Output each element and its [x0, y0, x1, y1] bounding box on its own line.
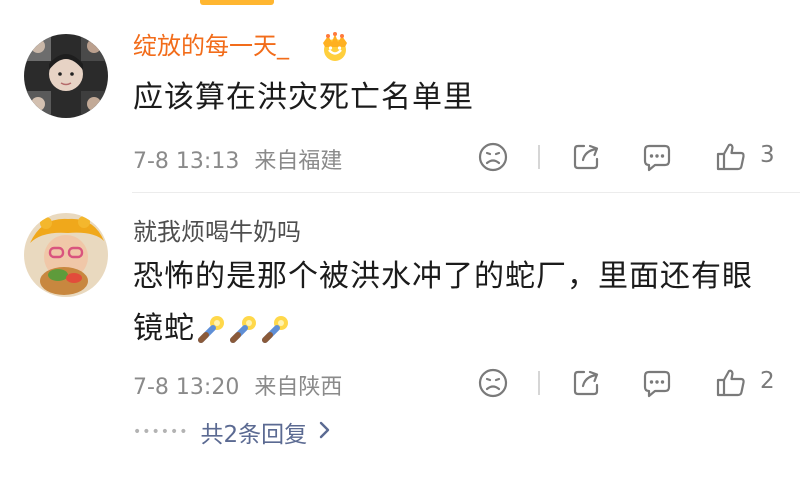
- username[interactable]: 就我烦喝牛奶吗: [133, 217, 301, 247]
- dislike-icon[interactable]: [476, 366, 510, 400]
- emoji-group: [197, 314, 291, 344]
- comment-text: 应该算在洪灾死亡名单里: [133, 80, 474, 115]
- comment-actions: 3: [474, 140, 784, 174]
- comment-meta: 7-8 13:20 来自陕西: [133, 369, 342, 401]
- snake-emoji-icon: [198, 316, 224, 343]
- comment-time: 7-8 13:13: [133, 149, 240, 174]
- action-divider: [538, 371, 540, 395]
- snake-emoji-icon: [262, 316, 288, 343]
- replies-label: 共2条回复: [200, 422, 308, 448]
- dislike-icon[interactable]: [476, 140, 510, 174]
- like-icon[interactable]: [714, 366, 748, 400]
- comment-item: 绽放的每一天_ 应该算在洪灾死亡名单里 7-8 13:13 来自福建 3: [0, 0, 800, 192]
- replies-dots: ••••••: [133, 424, 189, 440]
- comment-time: 7-8 13:20: [133, 375, 240, 400]
- comment-location: 来自陕西: [254, 375, 343, 400]
- comment-text: 恐怖的是那个被洪水冲了的蛇厂，里面还有眼镜蛇: [133, 251, 783, 355]
- share-icon[interactable]: [569, 140, 603, 174]
- comment-item: 就我烦喝牛奶吗 恐怖的是那个被洪水冲了的蛇厂，里面还有眼镜蛇 7-8 13:20…: [0, 193, 800, 481]
- like-count: 2: [760, 368, 775, 394]
- username[interactable]: 绽放的每一天_: [133, 31, 289, 61]
- action-divider: [538, 145, 540, 169]
- comment-icon[interactable]: [640, 366, 674, 400]
- comment-meta: 7-8 13:13 来自福建: [133, 143, 342, 175]
- comment-icon[interactable]: [640, 140, 674, 174]
- like-icon[interactable]: [714, 140, 748, 174]
- snake-emoji-icon: [230, 316, 256, 343]
- vip-crown-icon: [318, 31, 352, 63]
- comment-actions: 2: [474, 366, 784, 400]
- avatar[interactable]: [24, 213, 108, 297]
- avatar[interactable]: [24, 34, 108, 118]
- comment-location: 来自福建: [254, 149, 343, 174]
- chevron-right-icon: [317, 420, 331, 444]
- view-replies-link[interactable]: •••••• 共2条回复: [133, 415, 331, 449]
- like-count: 3: [760, 142, 775, 168]
- share-icon[interactable]: [569, 366, 603, 400]
